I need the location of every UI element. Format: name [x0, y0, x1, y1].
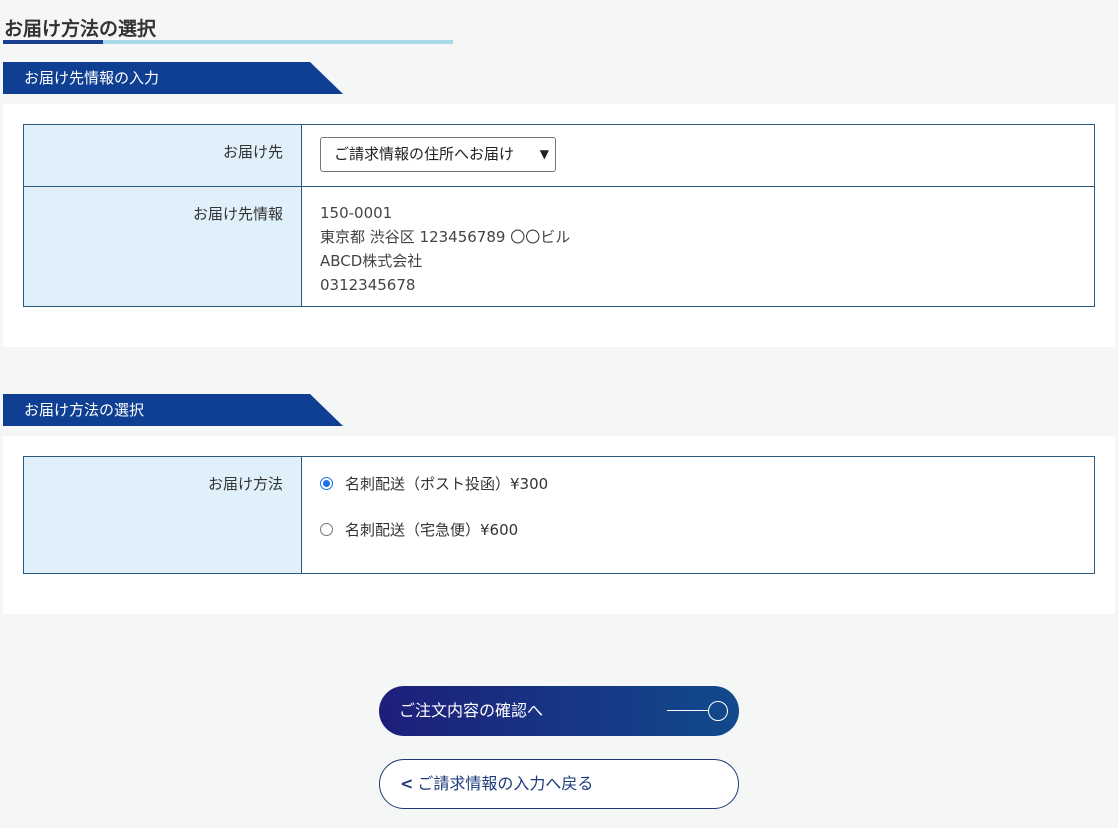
section-tab-delivery-method: お届け方法の選択 — [3, 394, 343, 426]
destination-select-value: ご請求情報の住所へお届け — [334, 145, 515, 163]
phone-number: 0312345678 — [320, 276, 416, 294]
company-name: ABCD株式会社 — [320, 252, 423, 270]
delivery-method-table: お届け方法 名刺配送（ポスト投函）¥300 名刺配送（宅急便）¥600 — [23, 456, 1095, 574]
arrow-circle-icon — [708, 701, 728, 721]
destination-cell: ご請求情報の住所へお届け ▼ — [302, 125, 1094, 186]
radio-post[interactable] — [320, 476, 333, 490]
destination-label: お届け先 — [24, 125, 302, 186]
delivery-method-panel: お届け方法 名刺配送（ポスト投函）¥300 名刺配送（宅急便）¥600 — [3, 436, 1115, 614]
delivery-info-row: お届け先情報 150-0001 東京都 渋谷区 123456789 〇〇ビル A… — [24, 186, 1094, 306]
destination-row: お届け先 ご請求情報の住所へお届け ▼ — [24, 125, 1094, 186]
confirm-order-label: ご注文内容の確認へ — [399, 701, 544, 720]
back-button-label: ご請求情報の入力へ戻る — [417, 774, 594, 793]
delivery-option-post[interactable]: 名刺配送（ポスト投函）¥300 — [320, 471, 1094, 495]
delivery-info-panel: お届け先 ご請求情報の住所へお届け ▼ お届け先情報 150-0001 東京都 … — [3, 104, 1115, 347]
delivery-info-label: お届け先情報 — [24, 187, 302, 306]
radio-courier[interactable] — [320, 522, 333, 536]
delivery-method-row: お届け方法 名刺配送（ポスト投函）¥300 名刺配送（宅急便）¥600 — [24, 457, 1094, 573]
delivery-method-options: 名刺配送（ポスト投函）¥300 名刺配送（宅急便）¥600 — [302, 457, 1094, 573]
postal-code: 150-0001 — [320, 204, 393, 222]
destination-select[interactable]: ご請求情報の住所へお届け ▼ — [320, 137, 556, 172]
arrow-line-icon — [667, 710, 709, 711]
confirm-order-button[interactable]: ご注文内容の確認へ — [379, 686, 739, 736]
radio-courier-label: 名刺配送（宅急便）¥600 — [345, 520, 519, 539]
delivery-address: 150-0001 東京都 渋谷区 123456789 〇〇ビル ABCD株式会社… — [302, 187, 1094, 306]
section-tab-delivery-info: お届け先情報の入力 — [3, 62, 343, 94]
street-address: 東京都 渋谷区 123456789 〇〇ビル — [320, 228, 571, 246]
title-underline — [3, 40, 453, 44]
chevron-left-icon: < — [400, 774, 414, 793]
delivery-option-courier[interactable]: 名刺配送（宅急便）¥600 — [320, 517, 1094, 541]
chevron-down-icon: ▼ — [539, 147, 549, 161]
delivery-method-label: お届け方法 — [24, 457, 302, 573]
back-button[interactable]: < ご請求情報の入力へ戻る — [379, 759, 739, 809]
delivery-info-table: お届け先 ご請求情報の住所へお届け ▼ お届け先情報 150-0001 東京都 … — [23, 124, 1095, 307]
page-title: お届け方法の選択 — [4, 18, 157, 40]
radio-post-label: 名刺配送（ポスト投函）¥300 — [345, 474, 549, 493]
title-underline-accent — [3, 40, 103, 44]
